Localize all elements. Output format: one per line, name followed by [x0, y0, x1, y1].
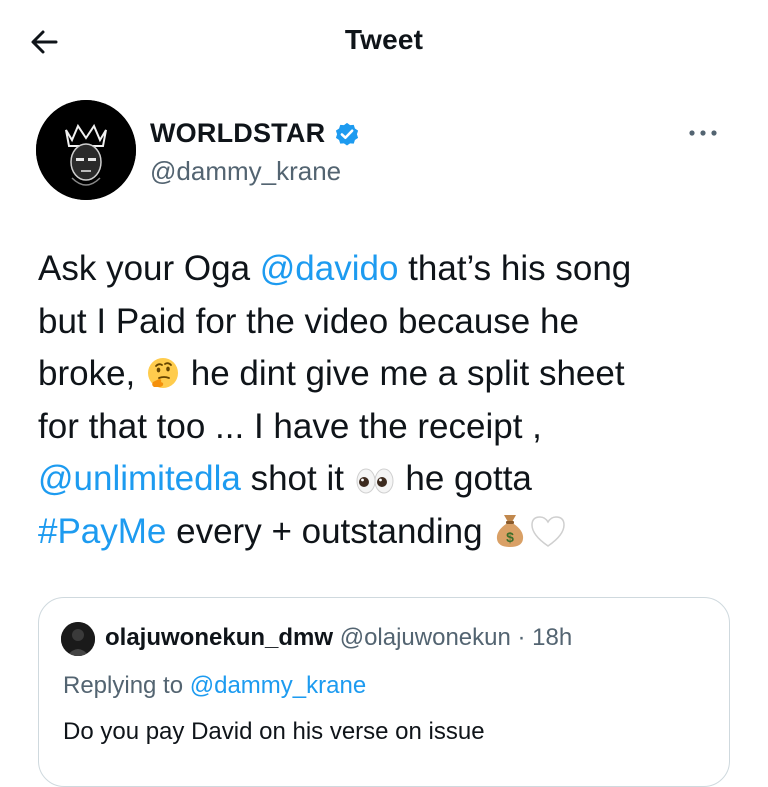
quoted-display-name[interactable]: olajuwonekun_dmw: [105, 624, 333, 651]
crown-portrait-icon: [36, 100, 136, 200]
tweet-text: he dint give me a split sheet: [181, 354, 625, 393]
eyes-icon: [354, 459, 396, 512]
verified-badge-icon: [336, 122, 359, 146]
mention-link[interactable]: @davido: [260, 249, 399, 288]
tweet-text: he gotta: [395, 459, 532, 498]
hashtag-link[interactable]: #PayMe: [38, 512, 166, 551]
thinking-face-icon: [145, 354, 181, 407]
quoted-header: olajuwonekun_dmw @olajuwonekun · 18h: [105, 624, 572, 652]
tweet-text: shot it: [240, 459, 354, 498]
top-bar: Tweet: [0, 0, 768, 84]
tweet-body: Ask your Oga @davido that’s his song but…: [38, 243, 748, 558]
money-bag-icon: $: [492, 511, 528, 565]
quoted-handle-time: @olajuwonekun · 18h: [333, 624, 573, 651]
tweet-text: every + outstanding: [166, 511, 493, 551]
quoted-text: Do you pay David on his verse on issue: [63, 718, 485, 745]
tweet-line: Ask your Oga @davido that’s his song: [38, 243, 748, 296]
tweet-line: @unlimitedla shot it he gotta: [38, 453, 748, 506]
tweet-line: #PayMe every + outstanding $: [38, 506, 748, 559]
replying-to: Replying to @dammy_krane: [63, 672, 366, 700]
tweet-line: for that too ... I have the receipt ,: [38, 406, 542, 446]
more-options-button[interactable]: [676, 118, 730, 148]
author-handle[interactable]: @dammy_krane: [150, 156, 341, 187]
author-display-name[interactable]: WORLDSTAR: [150, 118, 325, 149]
quoted-tweet-card[interactable]: olajuwonekun_dmw @olajuwonekun · 18h Rep…: [38, 597, 730, 787]
page-title: Tweet: [344, 24, 424, 55]
replying-to-label: Replying to: [63, 672, 190, 699]
white-heart-icon: [528, 512, 568, 565]
more-horizontal-icon: [689, 130, 717, 136]
avatar[interactable]: [36, 100, 136, 200]
tweet-text: Ask your Oga: [38, 249, 260, 288]
quoted-avatar[interactable]: [61, 622, 95, 656]
mention-link[interactable]: @unlimitedla: [38, 459, 241, 498]
replying-to-handle[interactable]: @dammy_krane: [190, 672, 366, 699]
svg-text:$: $: [506, 529, 514, 545]
tweet-line: broke, he dint give me a split sheet: [38, 348, 748, 401]
tweet-line: but I Paid for the video because he: [38, 301, 579, 341]
author-name-row: WORLDSTAR: [150, 118, 361, 149]
tweet-text: that’s his song: [398, 249, 632, 288]
tweet-text: broke,: [38, 354, 145, 393]
